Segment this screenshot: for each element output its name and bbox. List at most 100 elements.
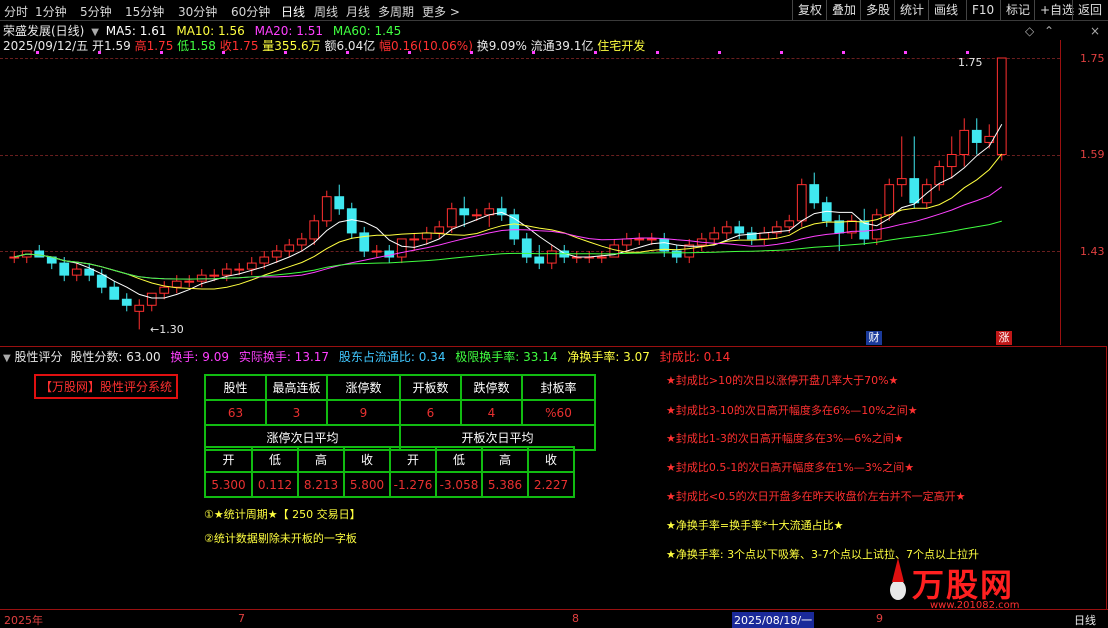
table-header: 封板率 [521,374,596,401]
table-cell: 4 [460,399,523,426]
candle-body [621,238,632,246]
price-label-mid: 1.59 [1080,148,1105,161]
candle-body [634,238,645,241]
candle-body [271,250,282,258]
metric-real-turnover: 实际换手: 13.17 [238,350,330,364]
overlay-button[interactable]: 叠加 [826,0,861,20]
candle-body [734,226,745,234]
table-cell: 6 [399,399,462,426]
signal-marker [346,51,349,54]
system-title-box: 【万股网】股性评分系统 [34,374,179,399]
statistics-button[interactable]: 统计 [894,0,929,20]
candle-body [346,208,357,234]
candle-body [221,268,232,276]
table-header: 开 [204,446,253,473]
collapse-icon[interactable]: ⌃ [1044,24,1054,38]
candle-body [96,274,107,288]
tab-15min[interactable]: 15分钟 [125,3,164,20]
back-button[interactable]: 返回 [1072,0,1107,20]
candle-body [546,250,557,264]
candle-body [134,304,145,312]
signal-marker [966,51,969,54]
candle-body [171,280,182,288]
tab-multi-period[interactable]: 多周期 [378,3,414,20]
candle-body [359,232,370,252]
candle-body [259,256,270,264]
tab-30min[interactable]: 30分钟 [178,3,217,20]
mark-button[interactable]: 标记 [1000,0,1035,20]
table-cell: 2.227 [527,471,575,498]
ma10-label: MA10: 1.56 [176,24,245,38]
multi-stock-button[interactable]: 多股 [860,0,895,20]
tab-more[interactable]: 更多 > [422,3,460,20]
f10-button[interactable]: F10 [966,0,999,20]
tab-weekly[interactable]: 周线 [314,3,338,20]
table-cell: 8.213 [297,471,345,498]
limit-up-badge[interactable]: 涨 [996,331,1012,345]
table-row: 5.300 0.112 8.213 5.800 -1.276 -3.058 5.… [204,471,575,498]
note-item: ★净换手率=换手率*十大流通占比★ [666,519,844,532]
candle-body [946,154,957,168]
finance-badge[interactable]: 财 [866,331,882,345]
tab-1min[interactable]: 1分钟 [35,3,67,20]
table-cell: %60 [521,399,596,426]
diamond-icon[interactable]: ◇ [1025,24,1034,38]
tab-5min[interactable]: 5分钟 [80,3,112,20]
candle-body [421,232,432,240]
signal-marker [284,51,287,54]
ma5-label: MA5: 1.61 [105,24,167,38]
signal-marker [98,51,101,54]
candle-body [71,268,82,276]
candle-body [596,256,607,259]
candle-body [809,184,820,204]
candle-body [284,244,295,252]
close-icon[interactable]: × [1090,24,1100,38]
metric-seal-ratio: 封成比: 0.14 [659,350,731,364]
candle-body [34,250,45,258]
table-row: 63 3 9 6 4 %60 [204,399,596,426]
table-header: 高 [481,446,529,473]
table-header-row: 股性 最高连板 涨停数 开板数 跌停数 封板率 [204,374,596,401]
stock-title: 荣盛发展(日线) [3,24,85,38]
date-label: 2025年 [4,614,43,627]
table-cell: 63 [204,399,267,426]
candle-body [321,196,332,222]
metric-turnover: 换手: 9.09 [170,350,229,364]
candle-body [684,244,695,258]
tab-intraday[interactable]: 分时 [4,3,28,20]
candle-body [446,208,457,228]
footnote-exclusion: ②统计数据剔除未开板的一字板 [204,532,357,545]
candle-body [459,208,470,216]
price-label-high: 1.75 [1080,52,1105,65]
last-price-tag: 1.75 [958,56,983,69]
candle-body [471,214,482,217]
indicator-dropdown-icon[interactable]: ▼ [3,353,11,364]
date-axis: 2025年 7 8 2025/08/18/一 9 日线 [0,609,1108,628]
metric-net-turnover: 净换手率: 3.07 [567,350,650,364]
table-cell: 5.386 [481,471,529,498]
candle-body [434,226,445,234]
date-label: 8 [572,612,579,625]
table-cell: 5.800 [343,471,391,498]
metric-holder-ratio: 股东占流通比: 0.34 [338,350,446,364]
table-cell: 5.300 [204,471,253,498]
candle-body [834,220,845,234]
candle-body [209,274,220,277]
candle-body [59,262,70,276]
fuquan-button[interactable]: 复权 [792,0,827,20]
candlestick-chart[interactable] [0,50,1060,346]
candle-body [309,220,320,240]
tab-monthly[interactable]: 月线 [346,3,370,20]
tab-60min[interactable]: 60分钟 [231,3,270,20]
ma20-label: MA20: 1.51 [254,24,324,38]
table-header: 跌停数 [460,374,523,401]
table-header: 开板数 [399,374,462,401]
candle-body [184,280,195,283]
draw-line-button[interactable]: 画线 [928,0,963,20]
tab-daily[interactable]: 日线 [281,3,305,20]
candle-body [784,220,795,228]
indicator-header-line: ▼ 股性评分 股性分数: 63.00 换手: 9.09 实际换手: 13.17 … [3,348,730,365]
ma5-line [14,124,1003,299]
candle-body [109,286,120,300]
table-header: 低 [251,446,299,473]
